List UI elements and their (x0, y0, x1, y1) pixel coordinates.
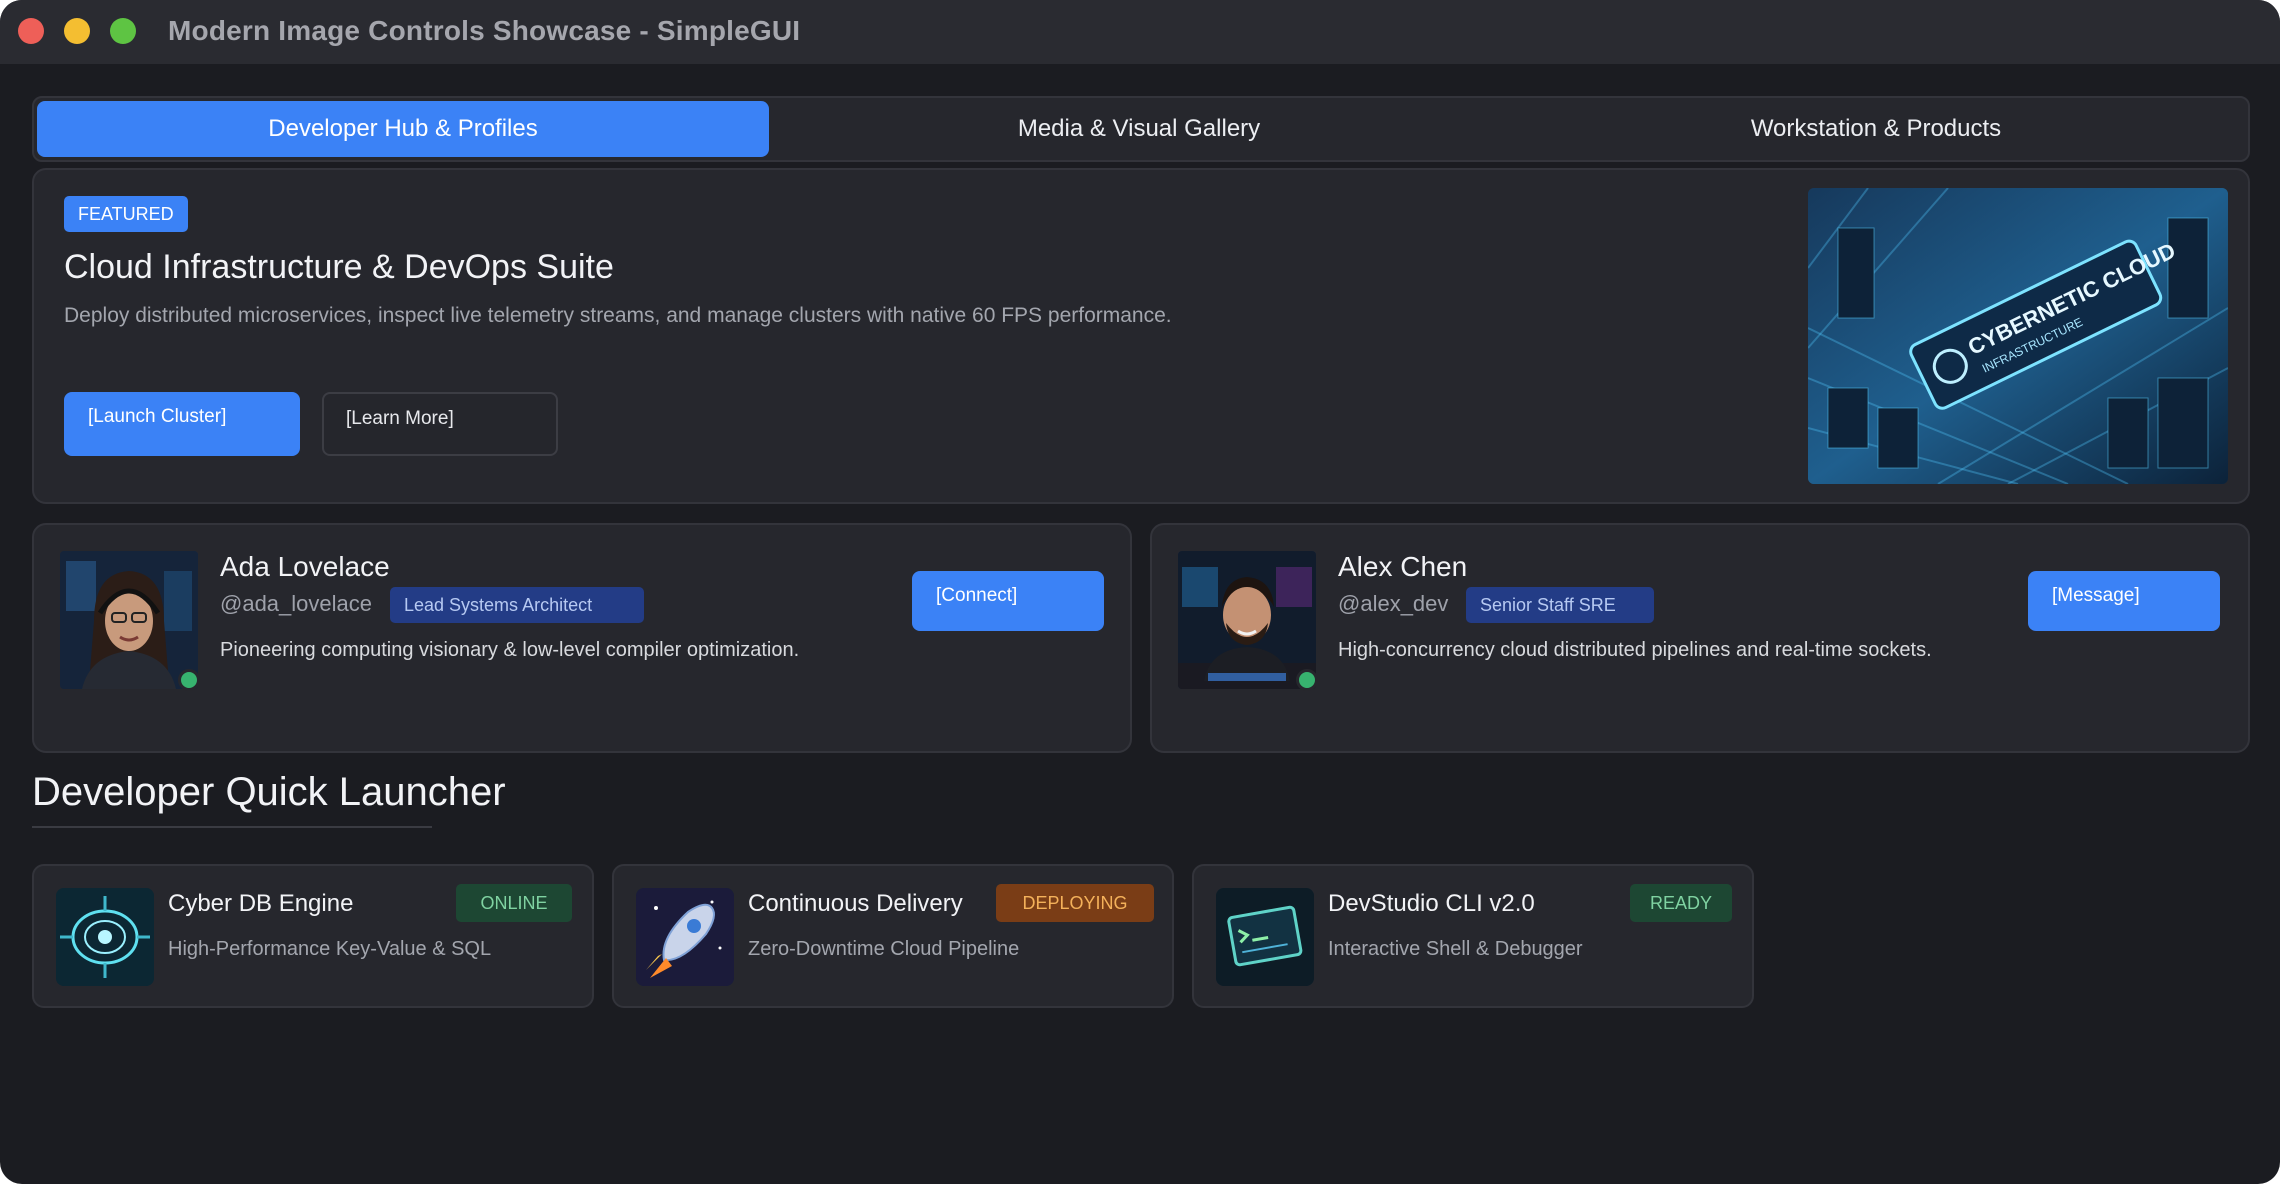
profile-name: Alex Chen (1338, 551, 1468, 582)
status-badge: DEPLOYING (996, 884, 1154, 922)
profile-name: Ada Lovelace (220, 551, 390, 582)
launcher-card-devstudio-cli[interactable]: DevStudio CLI v2.0 Interactive Shell & D… (1192, 864, 1754, 1008)
launcher-card-continuous-delivery[interactable]: Continuous Delivery Zero-Downtime Cloud … (612, 864, 1174, 1008)
launcher-subtitle: Zero-Downtime Cloud Pipeline (748, 938, 1020, 960)
avatar (1178, 551, 1316, 689)
hero-description: Deploy distributed microservices, inspec… (64, 304, 1172, 327)
profile-handle: @alex_dev (1338, 591, 1449, 616)
close-window-button[interactable] (18, 18, 44, 44)
launcher-subtitle: High-Performance Key-Value & SQL (168, 938, 492, 960)
database-engine-icon (56, 888, 154, 986)
terminal-icon (1216, 888, 1314, 986)
online-status-indicator (178, 669, 200, 691)
role-badge: Lead Systems Architect (390, 587, 644, 623)
tab-workstation-products[interactable]: Workstation & Products (1510, 101, 2242, 157)
status-badge: ONLINE (456, 884, 572, 922)
tab-developer-hub[interactable]: Developer Hub & Profiles (37, 101, 769, 157)
profile-card-ada: Ada Lovelace @ada_lovelace Lead Systems … (32, 523, 1132, 753)
status-badge: READY (1630, 884, 1732, 922)
profile-description: High-concurrency cloud distributed pipel… (1338, 639, 1932, 661)
section-title: Developer Quick Launcher (32, 770, 506, 814)
launcher-title: Continuous Delivery (748, 890, 963, 917)
role-badge: Senior Staff SRE (1466, 587, 1654, 623)
profile-handle: @ada_lovelace (220, 591, 372, 616)
online-status-indicator (1296, 669, 1318, 691)
maximize-window-button[interactable] (110, 18, 136, 44)
window-title: Modern Image Controls Showcase - SimpleG… (168, 15, 801, 46)
rocket-icon (636, 888, 734, 986)
featured-hero-card: FEATURED Cloud Infrastructure & DevOps S… (32, 168, 2250, 504)
launcher-title: Cyber DB Engine (168, 890, 354, 917)
hero-title: Cloud Infrastructure & DevOps Suite (64, 248, 614, 286)
title-bar: Modern Image Controls Showcase - SimpleG… (0, 0, 2280, 64)
profile-description: Pioneering computing visionary & low-lev… (220, 639, 800, 661)
app-window: Modern Image Controls Showcase - SimpleG… (0, 0, 2280, 1184)
launcher-subtitle: Interactive Shell & Debugger (1328, 938, 1583, 960)
minimize-window-button[interactable] (64, 18, 90, 44)
message-button[interactable]: [Message] (2028, 571, 2220, 631)
launcher-card-cyber-db[interactable]: Cyber DB Engine High-Performance Key-Val… (32, 864, 594, 1008)
tab-media-gallery[interactable]: Media & Visual Gallery (773, 101, 1505, 157)
learn-more-button[interactable]: [Learn More] (322, 392, 558, 456)
launcher-title: DevStudio CLI v2.0 (1328, 890, 1535, 917)
connect-button[interactable]: [Connect] (912, 571, 1104, 631)
launch-cluster-button[interactable]: [Launch Cluster] (64, 392, 300, 456)
featured-badge: FEATURED (64, 196, 188, 232)
cloud-infrastructure-image: CYBERNETIC CLOUD INFRASTRUCTURE (1808, 188, 2228, 484)
avatar (60, 551, 198, 689)
section-divider (32, 826, 432, 828)
profile-card-alex: Alex Chen @alex_dev Senior Staff SRE Hig… (1150, 523, 2250, 753)
tab-bar: Developer Hub & Profiles Media & Visual … (32, 96, 2250, 162)
